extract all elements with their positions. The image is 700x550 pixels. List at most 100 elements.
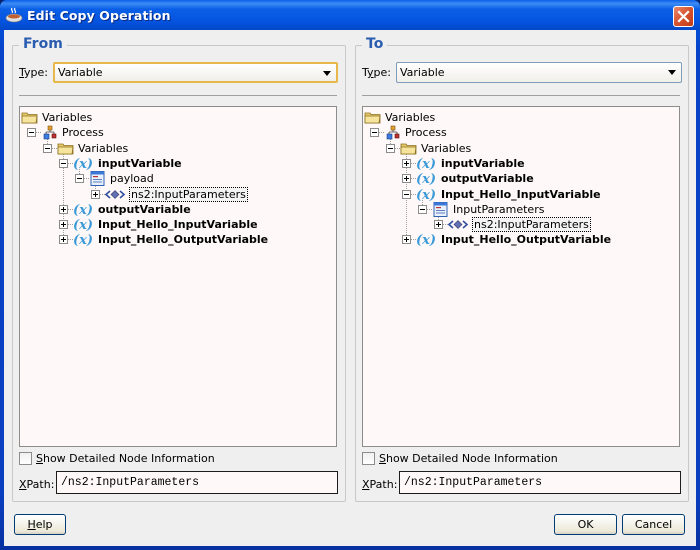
tree-node[interactable]: (x) outputVariable <box>73 202 192 218</box>
from-xpath-input[interactable]: /ns2:InputParameters <box>56 471 338 494</box>
svg-text:(x): (x) <box>73 157 93 171</box>
tree-node-label: InputParameters <box>453 202 545 216</box>
close-icon <box>677 10 690 23</box>
dropdown-arrow-icon <box>323 71 331 76</box>
dialog-client-area: From Type: Variable Variables Process Vari… <box>4 30 696 546</box>
tree-node-label: Input_Hello_InputVariable <box>98 218 258 232</box>
button-label: elp <box>35 518 53 531</box>
cancel-button[interactable]: Cancel <box>622 514 685 535</box>
tree-node[interactable]: payload <box>89 171 155 187</box>
collapse-toggle-icon[interactable] <box>418 204 427 214</box>
tree-node-label: payload <box>110 172 154 186</box>
coffee-cup-icon <box>5 7 23 23</box>
tree-node[interactable]: (x) outputVariable <box>416 171 535 187</box>
to-show-detail-row[interactable]: Show Detailed Node Information <box>362 452 558 465</box>
tree-node[interactable]: Variables <box>364 110 436 125</box>
dialog-window: Edit Copy Operation From Type: Variable … <box>0 0 700 550</box>
collapse-toggle-icon[interactable] <box>370 128 379 138</box>
expand-toggle-icon[interactable] <box>59 220 68 230</box>
tree-node-label: Input_Hello_OutputVariable <box>98 233 269 247</box>
collapse-toggle-icon[interactable] <box>402 189 411 199</box>
expand-toggle-icon[interactable] <box>402 235 411 245</box>
label-text: pe: <box>373 66 391 79</box>
tree-node-label: ns2:InputParameters <box>472 217 591 233</box>
svg-text:(x): (x) <box>73 203 93 217</box>
tree-node[interactable]: Variables <box>57 141 129 156</box>
help-button[interactable]: Help <box>14 514 66 535</box>
collapse-toggle-icon[interactable] <box>75 174 84 184</box>
tree-node-label: outputVariable <box>441 172 534 186</box>
tree-node-label: inputVariable <box>98 156 182 170</box>
tree-node-label: Variables <box>385 111 436 124</box>
tree-node[interactable]: (x) inputVariable <box>73 156 183 172</box>
to-type-select[interactable]: Variable <box>396 62 682 83</box>
svg-text:(x): (x) <box>416 188 436 202</box>
to-panel: To Type: Variable Variables Process Variab… <box>355 36 689 502</box>
expand-toggle-icon[interactable] <box>434 220 443 230</box>
from-xpath-label: XPath: <box>19 478 54 491</box>
tree-node[interactable]: Variables <box>400 141 472 156</box>
folder-icon <box>364 110 382 125</box>
tree-node-label: Input_Hello_InputVariable <box>441 187 601 201</box>
tree-node[interactable]: Variables <box>21 110 93 125</box>
element-icon <box>447 217 470 232</box>
from-tree[interactable]: Variables Process Variables (x) inputVariabl… <box>19 106 337 447</box>
folder-icon <box>400 141 418 156</box>
to-legend: To <box>362 36 388 52</box>
svg-text:(x): (x) <box>73 218 93 232</box>
to-xpath-input[interactable]: /ns2:InputParameters <box>399 471 681 494</box>
close-button[interactable] <box>673 6 694 27</box>
collapse-toggle-icon[interactable] <box>27 128 36 138</box>
process-icon <box>41 125 59 140</box>
tree-node[interactable]: (x) inputVariable <box>416 156 526 172</box>
from-type-select[interactable]: Variable <box>53 62 338 83</box>
variable-icon: (x) <box>416 171 438 187</box>
mnemonic: S <box>36 452 43 465</box>
tree-node-label: Input_Hello_OutputVariable <box>441 233 612 247</box>
tree-node[interactable]: Process <box>41 125 105 140</box>
dropdown-arrow-icon <box>668 70 676 75</box>
from-show-detail-checkbox[interactable] <box>19 452 32 465</box>
label-text: Path: <box>26 478 55 491</box>
tree-node[interactable]: InputParameters <box>432 201 545 217</box>
variable-icon: (x) <box>73 202 95 218</box>
expand-toggle-icon[interactable] <box>91 189 100 199</box>
from-show-detail-label: Show Detailed Node Information <box>36 452 215 465</box>
label-text: Path: <box>369 478 398 491</box>
collapse-toggle-icon[interactable] <box>59 158 68 168</box>
from-legend: From <box>19 36 67 52</box>
expand-toggle-icon[interactable] <box>59 235 68 245</box>
separator <box>362 95 680 96</box>
to-show-detail-checkbox[interactable] <box>362 452 375 465</box>
title-bar[interactable]: Edit Copy Operation <box>0 0 700 30</box>
tree-node[interactable]: (x) Input_Hello_OutputVariable <box>73 232 269 248</box>
tree-node-label: Variables <box>42 111 93 124</box>
expand-toggle-icon[interactable] <box>402 158 411 168</box>
to-tree[interactable]: Variables Process Variables (x) inputVariabl… <box>362 106 680 447</box>
variable-icon: (x) <box>73 232 95 248</box>
tree-node-label: outputVariable <box>98 202 191 216</box>
ok-button[interactable]: OK <box>554 514 617 535</box>
tree-node[interactable]: ns2:InputParameters <box>104 186 248 202</box>
variable-icon: (x) <box>416 156 438 172</box>
variable-icon: (x) <box>73 217 95 233</box>
expand-toggle-icon[interactable] <box>402 174 411 184</box>
mnemonic: H <box>27 518 36 531</box>
expand-toggle-icon[interactable] <box>59 204 68 214</box>
tree-node-label: Variables <box>78 141 129 155</box>
tree-node[interactable]: (x) Input_Hello_InputVariable <box>416 187 602 203</box>
to-type-label: Type: <box>362 66 391 79</box>
to-type-value: Variable <box>400 66 445 79</box>
collapse-toggle-icon[interactable] <box>43 143 52 153</box>
svg-text:(x): (x) <box>416 157 436 171</box>
process-icon <box>384 125 402 140</box>
mnemonic: S <box>379 452 386 465</box>
from-show-detail-row[interactable]: Show Detailed Node Information <box>19 452 215 465</box>
tree-node[interactable]: ns2:InputParameters <box>447 217 591 233</box>
message-part-icon <box>432 201 450 217</box>
tree-node[interactable]: (x) Input_Hello_OutputVariable <box>416 232 612 248</box>
message-part-icon <box>89 171 107 187</box>
tree-node[interactable]: Process <box>384 125 448 140</box>
collapse-toggle-icon[interactable] <box>386 143 395 153</box>
tree-node[interactable]: (x) Input_Hello_InputVariable <box>73 217 259 233</box>
